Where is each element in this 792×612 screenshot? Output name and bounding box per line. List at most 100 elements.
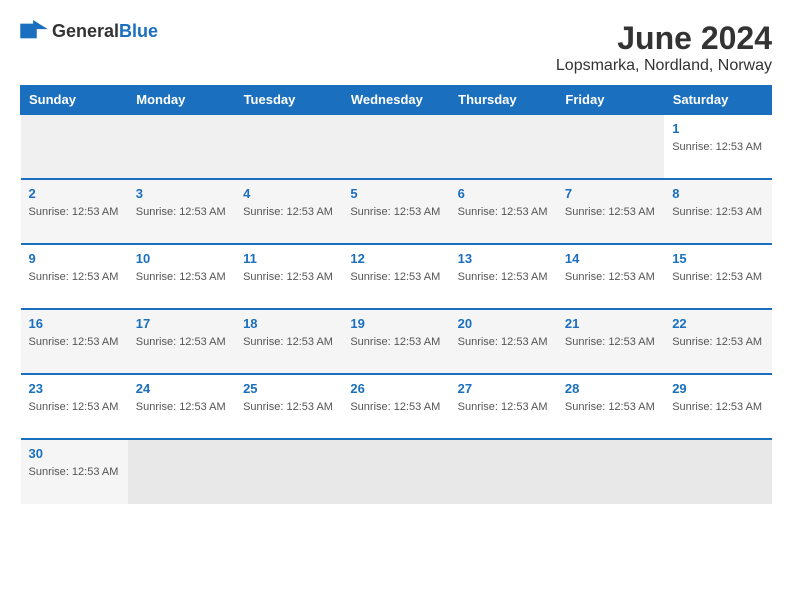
calendar-day-cell — [342, 439, 449, 504]
calendar-week-row: 30Sunrise: 12:53 AM — [21, 439, 772, 504]
day-number: 28 — [565, 381, 656, 396]
sunrise-text: Sunrise: 12:53 AM — [672, 141, 762, 153]
day-number: 10 — [136, 251, 227, 266]
sunrise-text: Sunrise: 12:53 AM — [243, 336, 333, 348]
calendar-day-cell: 19Sunrise: 12:53 AM — [342, 309, 449, 374]
calendar-day-cell: 8Sunrise: 12:53 AM — [664, 179, 771, 244]
sunrise-text: Sunrise: 12:53 AM — [29, 271, 119, 283]
sunrise-text: Sunrise: 12:53 AM — [565, 271, 655, 283]
sunrise-text: Sunrise: 12:53 AM — [672, 336, 762, 348]
day-number: 3 — [136, 186, 227, 201]
location-subtitle: Lopsmarka, Nordland, Norway — [556, 57, 772, 75]
sunrise-text: Sunrise: 12:53 AM — [136, 206, 226, 218]
calendar-table: SundayMondayTuesdayWednesdayThursdayFrid… — [20, 85, 772, 504]
day-number: 30 — [29, 446, 120, 461]
calendar-day-cell — [664, 439, 771, 504]
day-number: 16 — [29, 316, 120, 331]
weekday-header-row: SundayMondayTuesdayWednesdayThursdayFrid… — [21, 86, 772, 115]
weekday-header-wednesday: Wednesday — [342, 86, 449, 115]
calendar-week-row: 9 Sunrise: 12:53 AM 10 Sunrise: 12:53 AM 11 S… — [21, 244, 772, 309]
sunrise-text: Sunrise: 12:53 AM — [136, 271, 226, 283]
calendar-week-row: 1 Sunrise: 12:53 AM — [21, 114, 772, 179]
day-number: 9 — [29, 251, 120, 266]
day-number: 27 — [458, 381, 549, 396]
sunrise-text: Sunrise: 12:53 AM — [458, 401, 548, 413]
day-number: 29 — [672, 381, 763, 396]
calendar-day-cell — [128, 439, 235, 504]
calendar-day-cell: 18 Sunrise: 12:53 AM — [235, 309, 342, 374]
calendar-day-cell: 30Sunrise: 12:53 AM — [21, 439, 128, 504]
sunrise-text: Sunrise: 12:53 AM — [29, 206, 119, 218]
weekday-header-tuesday: Tuesday — [235, 86, 342, 115]
day-number: 21 — [565, 316, 656, 331]
weekday-header-saturday: Saturday — [664, 86, 771, 115]
day-number: 22 — [672, 316, 763, 331]
calendar-day-cell: 26 Sunrise: 12:53 AM — [342, 374, 449, 439]
sunrise-text: Sunrise: 12:53 AM — [565, 401, 655, 413]
day-number: 6 — [458, 186, 549, 201]
sunrise-text: Sunrise: 12:53 AM — [243, 271, 333, 283]
generalblue-logo-icon — [20, 20, 48, 42]
day-number: 25 — [243, 381, 334, 396]
day-number: 12 — [350, 251, 441, 266]
calendar-day-cell: 7Sunrise: 12:53 AM — [557, 179, 664, 244]
calendar-day-cell: 10 Sunrise: 12:53 AM — [128, 244, 235, 309]
day-number: 24 — [136, 381, 227, 396]
calendar-day-cell: 20Sunrise: 12:53 AM — [450, 309, 557, 374]
logo-general: General — [52, 21, 119, 41]
day-number: 13 — [458, 251, 549, 266]
logo-text: GeneralBlue — [52, 21, 158, 42]
sunrise-text: Sunrise: 12:53 AM — [350, 401, 440, 413]
sunrise-text: Sunrise: 12:53 AM — [136, 401, 226, 413]
sunrise-text: Sunrise: 12:53 AM — [458, 271, 548, 283]
calendar-day-cell — [342, 114, 449, 179]
calendar-day-cell: 15Sunrise: 12:53 AM — [664, 244, 771, 309]
calendar-day-cell — [450, 439, 557, 504]
calendar-day-cell: 24 Sunrise: 12:53 AM — [128, 374, 235, 439]
calendar-day-cell: 28 Sunrise: 12:53 AM — [557, 374, 664, 439]
sunrise-text: Sunrise: 12:53 AM — [29, 401, 119, 413]
calendar-day-cell: 29 Sunrise: 12:53 AM — [664, 374, 771, 439]
calendar-day-cell — [21, 114, 128, 179]
sunrise-text: Sunrise: 12:53 AM — [565, 336, 655, 348]
sunrise-text: Sunrise: 12:53 AM — [672, 401, 762, 413]
logo: GeneralBlue — [20, 20, 158, 42]
sunrise-text: Sunrise: 12:53 AM — [350, 336, 440, 348]
calendar-day-cell: 25 Sunrise: 12:53 AM — [235, 374, 342, 439]
calendar-day-cell — [128, 114, 235, 179]
day-number: 1 — [672, 121, 763, 136]
sunrise-text: Sunrise: 12:53 AM — [243, 401, 333, 413]
calendar-day-cell: 9 Sunrise: 12:53 AM — [21, 244, 128, 309]
page-header: GeneralBlue June 2024 Lopsmarka, Nordlan… — [20, 20, 772, 75]
calendar-week-row: 16Sunrise: 12:53 AM17Sunrise: 12:53 AM18… — [21, 309, 772, 374]
calendar-day-cell: 11 Sunrise: 12:53 AM — [235, 244, 342, 309]
day-number: 2 — [29, 186, 120, 201]
calendar-day-cell — [450, 114, 557, 179]
sunrise-text: Sunrise: 12:53 AM — [458, 336, 548, 348]
day-number: 8 — [672, 186, 763, 201]
calendar-day-cell: 14Sunrise: 12:53 AM — [557, 244, 664, 309]
calendar-day-cell: 12 Sunrise: 12:53 AM — [342, 244, 449, 309]
day-number: 4 — [243, 186, 334, 201]
sunrise-text: Sunrise: 12:53 AM — [350, 271, 440, 283]
calendar-day-cell: 17 Sunrise: 12:53 AM — [128, 309, 235, 374]
calendar-day-cell: 2 Sunrise: 12:53 AM — [21, 179, 128, 244]
sunrise-text: Sunrise: 12:53 AM — [672, 271, 762, 283]
calendar-day-cell — [557, 439, 664, 504]
sunrise-text: Sunrise: 12:53 AM — [136, 336, 226, 348]
month-year-title: June 2024 — [556, 20, 772, 57]
day-number: 18 — [243, 316, 334, 331]
calendar-day-cell: 1 Sunrise: 12:53 AM — [664, 114, 771, 179]
weekday-header-sunday: Sunday — [21, 86, 128, 115]
day-number: 17 — [136, 316, 227, 331]
logo-blue: Blue — [119, 21, 158, 41]
weekday-header-monday: Monday — [128, 86, 235, 115]
calendar-day-cell: 21 Sunrise: 12:53 AM — [557, 309, 664, 374]
calendar-day-cell: 23Sunrise: 12:53 AM — [21, 374, 128, 439]
calendar-day-cell — [235, 114, 342, 179]
day-number: 26 — [350, 381, 441, 396]
title-area: June 2024 Lopsmarka, Nordland, Norway — [556, 20, 772, 75]
calendar-day-cell: 6Sunrise: 12:53 AM — [450, 179, 557, 244]
weekday-header-thursday: Thursday — [450, 86, 557, 115]
day-number: 11 — [243, 251, 334, 266]
